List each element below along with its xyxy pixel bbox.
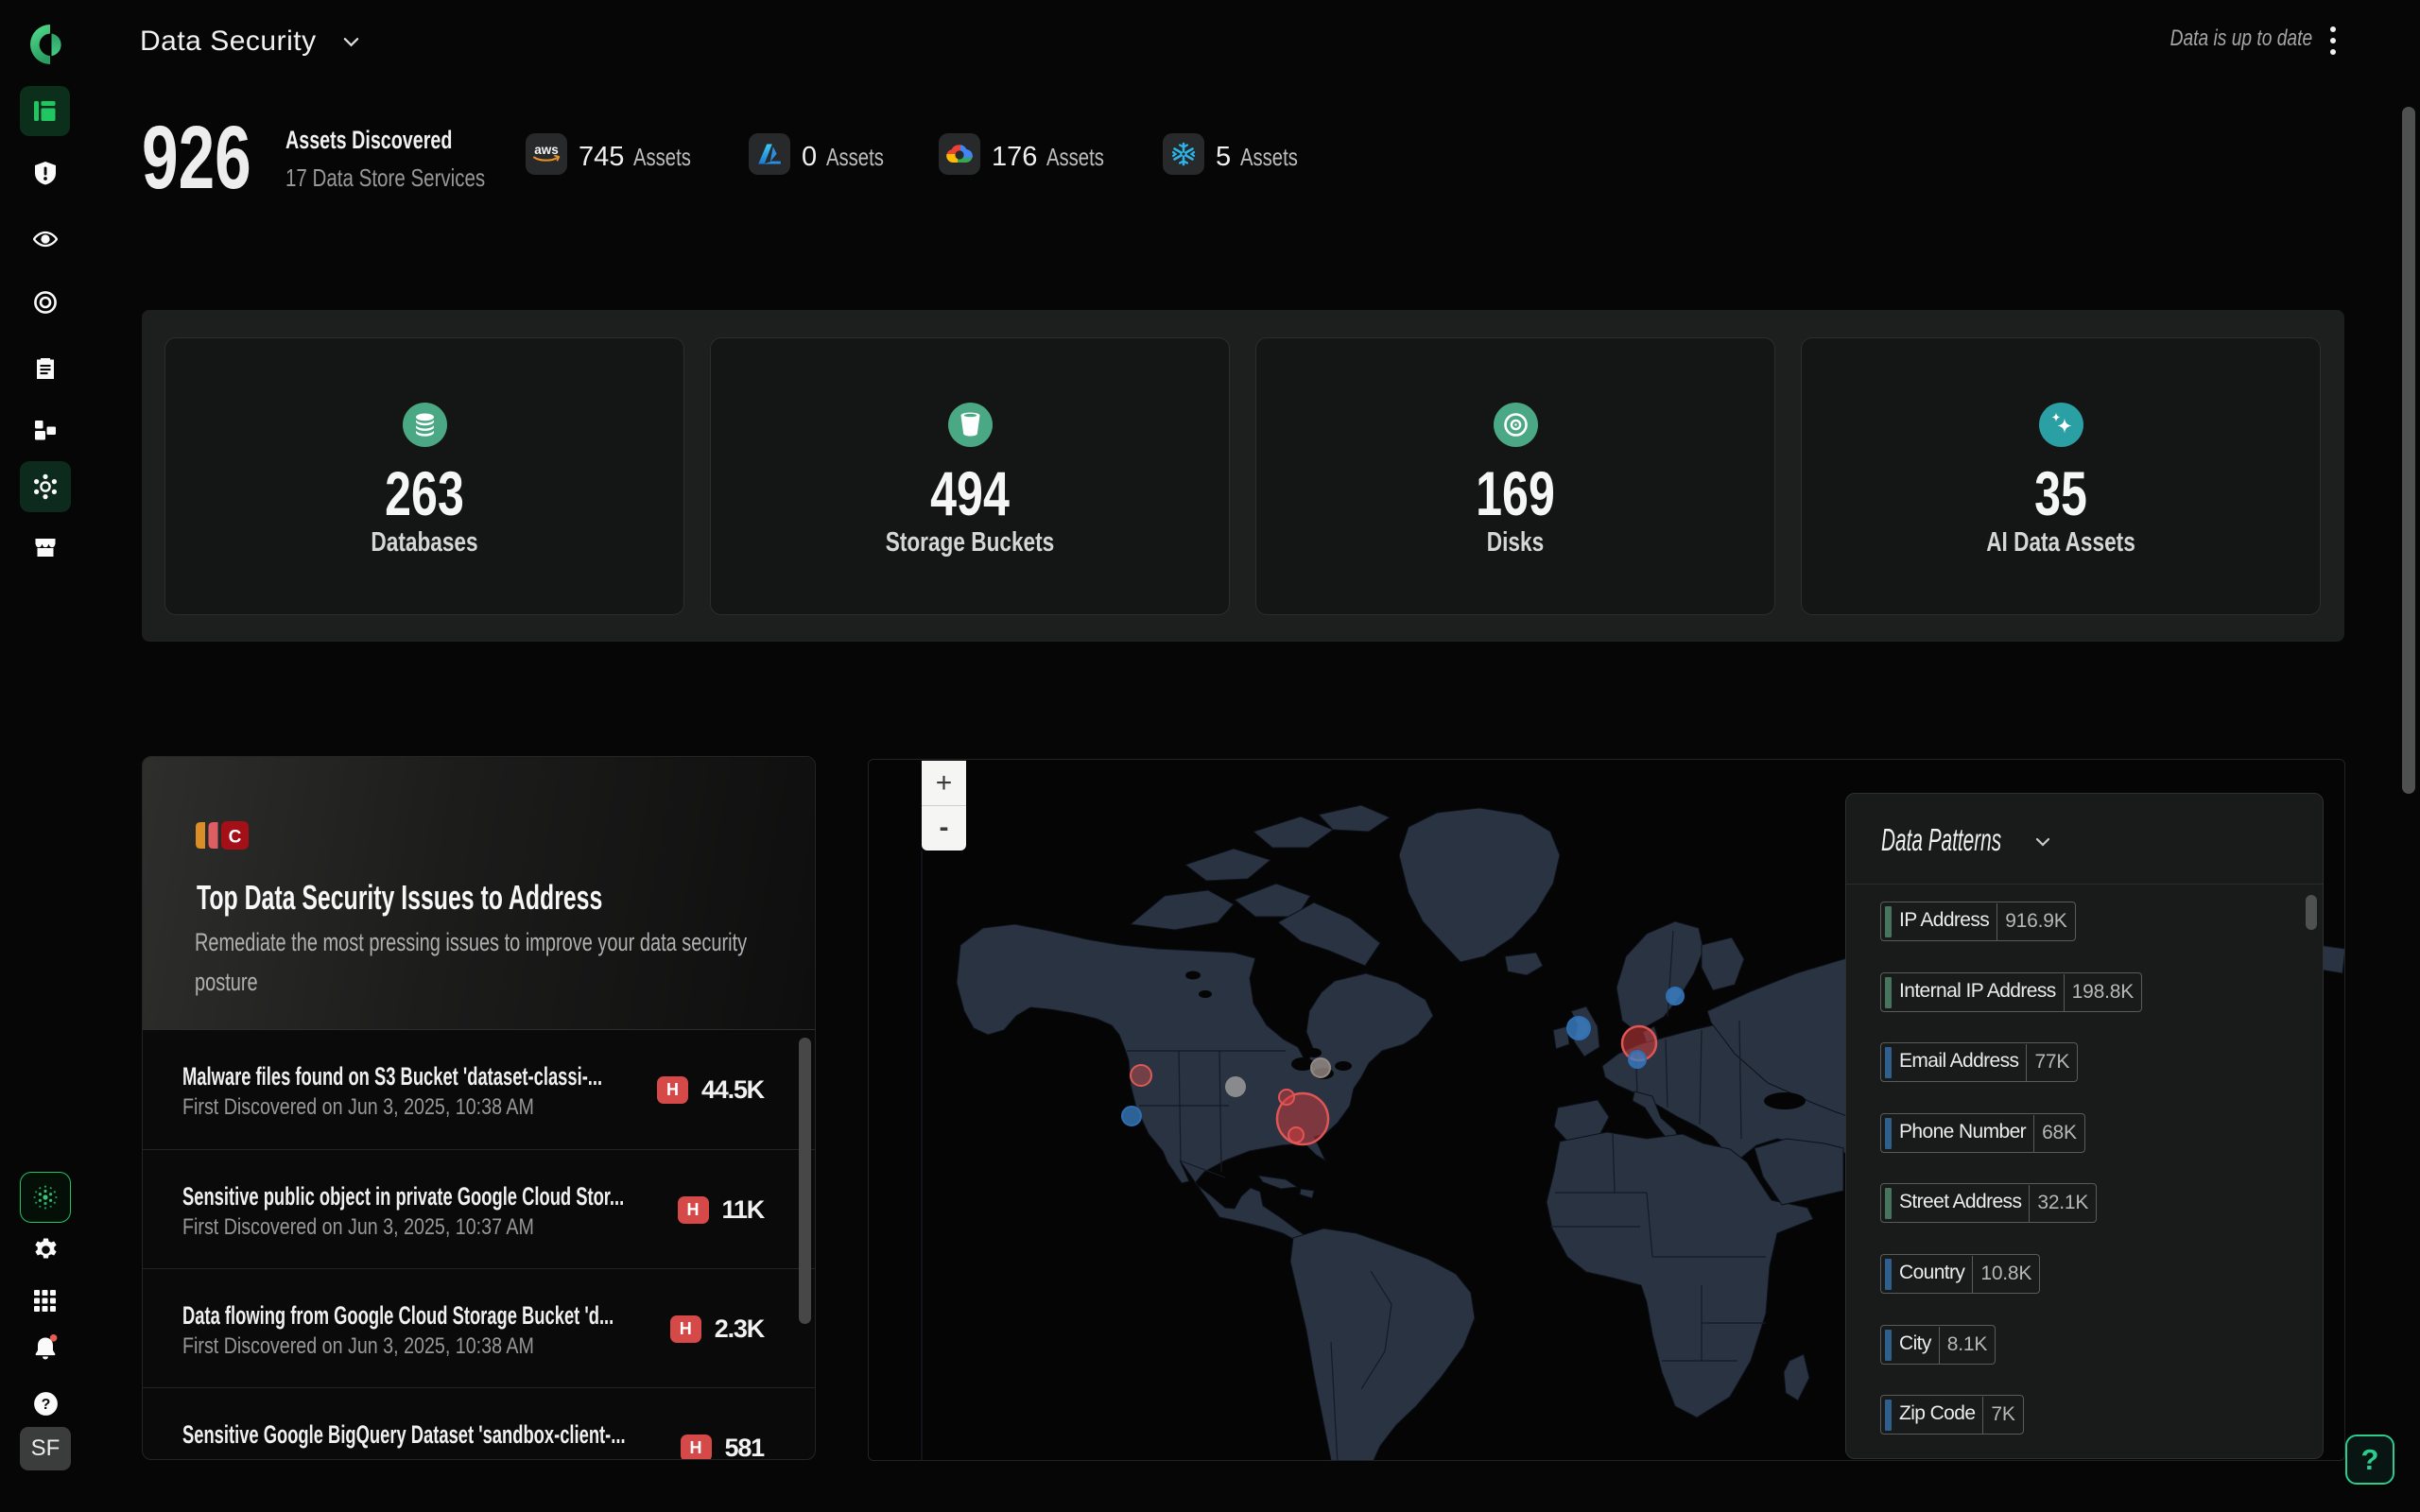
svg-text:?: ? [42,1397,51,1413]
svg-text:C: C [229,828,242,848]
svg-text:aws: aws [534,143,559,157]
